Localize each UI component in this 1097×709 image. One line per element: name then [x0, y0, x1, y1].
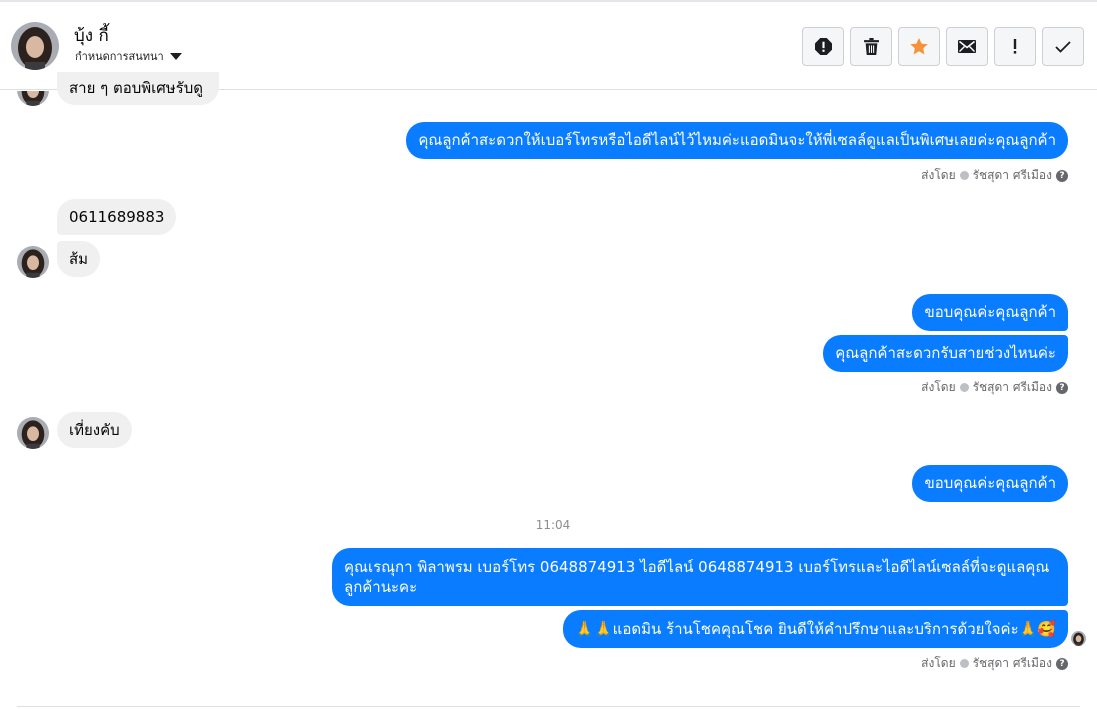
message-incoming[interactable]: ส้ม [57, 241, 101, 277]
sent-by-prefix: ส่งโดย [921, 168, 956, 182]
caret-down-icon [169, 53, 182, 60]
message-text: เที่ยงคับ [69, 421, 120, 439]
message-outgoing[interactable]: คุณลูกค้าสะดวกรับสายช่วงไหนค่ะ [823, 335, 1068, 372]
message-text: ส้ม [69, 250, 89, 268]
contact-avatar-small [17, 417, 49, 449]
message-text: คุณลูกค้าสะดวกให้เบอร์โทรหรือไอดีไลน์ไว้… [418, 131, 1056, 149]
message-incoming-partial[interactable]: สาย ๆ ตอบพิเศษรับดู [57, 72, 219, 105]
timestamp-divider: 11:04 [535, 518, 571, 532]
message-incoming[interactable]: เที่ยงคับ [57, 412, 132, 448]
message-incoming[interactable]: 0611689883 [57, 199, 177, 235]
message-text: 🙏🙏แอดมิน ร้านโชคคุณโชค ยินดีให้คำปรึกษาแ… [575, 620, 1056, 638]
mark-spam-button[interactable] [802, 27, 844, 66]
sent-by-agent: รัชสุดา ศรีเมือง [972, 168, 1052, 182]
verified-icon [959, 383, 969, 392]
star-button[interactable] [898, 27, 940, 66]
message-text: 0611689883 [69, 208, 165, 226]
composer-divider [17, 706, 1080, 707]
contact-name: บุ้ง กี้ [74, 26, 109, 46]
message-text: คุณเรณุกา พิลาพรม เบอร์โทร 0648874913 ไอ… [344, 558, 1050, 596]
message-text: ขอบคุณค่ะคุณลูกค้า [924, 303, 1056, 321]
alert-icon [814, 38, 832, 55]
envelope-icon [958, 40, 976, 53]
sent-by-label: ส่งโดย รัชสุดา ศรีเมือง ? [921, 378, 1068, 397]
verified-icon [959, 171, 969, 180]
assign-label: กำหนดการสนทนา [75, 50, 164, 63]
message-outgoing[interactable]: ขอบคุณค่ะคุณลูกค้า [912, 294, 1068, 331]
conversation-toolbar [802, 27, 1084, 66]
trash-icon [863, 38, 879, 55]
help-icon[interactable]: ? [1056, 657, 1068, 670]
follow-up-button[interactable] [994, 27, 1036, 66]
mark-done-button[interactable] [1042, 27, 1084, 66]
delete-button[interactable] [850, 27, 892, 66]
seen-avatar [1071, 631, 1086, 646]
star-icon [910, 38, 928, 55]
sent-by-agent: รัชสุดา ศรีเมือง [972, 656, 1052, 670]
contact-avatar[interactable] [11, 22, 59, 70]
exclamation-icon [1013, 39, 1017, 54]
message-outgoing[interactable]: คุณลูกค้าสะดวกให้เบอร์โทรหรือไอดีไลน์ไว้… [406, 122, 1068, 159]
message-text: ขอบคุณค่ะคุณลูกค้า [924, 474, 1056, 492]
sent-by-label: ส่งโดย รัชสุดา ศรีเมือง ? [921, 654, 1068, 673]
message-outgoing[interactable]: ขอบคุณค่ะคุณลูกค้า [912, 465, 1068, 502]
contact-avatar-small [17, 246, 49, 278]
mark-unread-button[interactable] [946, 27, 988, 66]
message-text: สาย ๆ ตอบพิเศษรับดู [69, 79, 203, 97]
message-outgoing[interactable]: 🙏🙏แอดมิน ร้านโชคคุณโชค ยินดีให้คำปรึกษาแ… [563, 610, 1068, 648]
help-icon[interactable]: ? [1056, 381, 1068, 394]
help-icon[interactable]: ? [1056, 169, 1068, 182]
sent-by-prefix: ส่งโดย [921, 656, 956, 670]
check-icon [1055, 40, 1071, 53]
assign-conversation-dropdown[interactable]: กำหนดการสนทนา [75, 47, 182, 65]
message-text: คุณลูกค้าสะดวกรับสายช่วงไหนค่ะ [835, 344, 1056, 362]
sent-by-label: ส่งโดย รัชสุดา ศรีเมือง ? [921, 166, 1068, 185]
sent-by-prefix: ส่งโดย [921, 380, 956, 394]
message-outgoing[interactable]: คุณเรณุกา พิลาพรม เบอร์โทร 0648874913 ไอ… [332, 548, 1068, 606]
sent-by-agent: รัชสุดา ศรีเมือง [972, 380, 1052, 394]
verified-icon [959, 659, 969, 668]
